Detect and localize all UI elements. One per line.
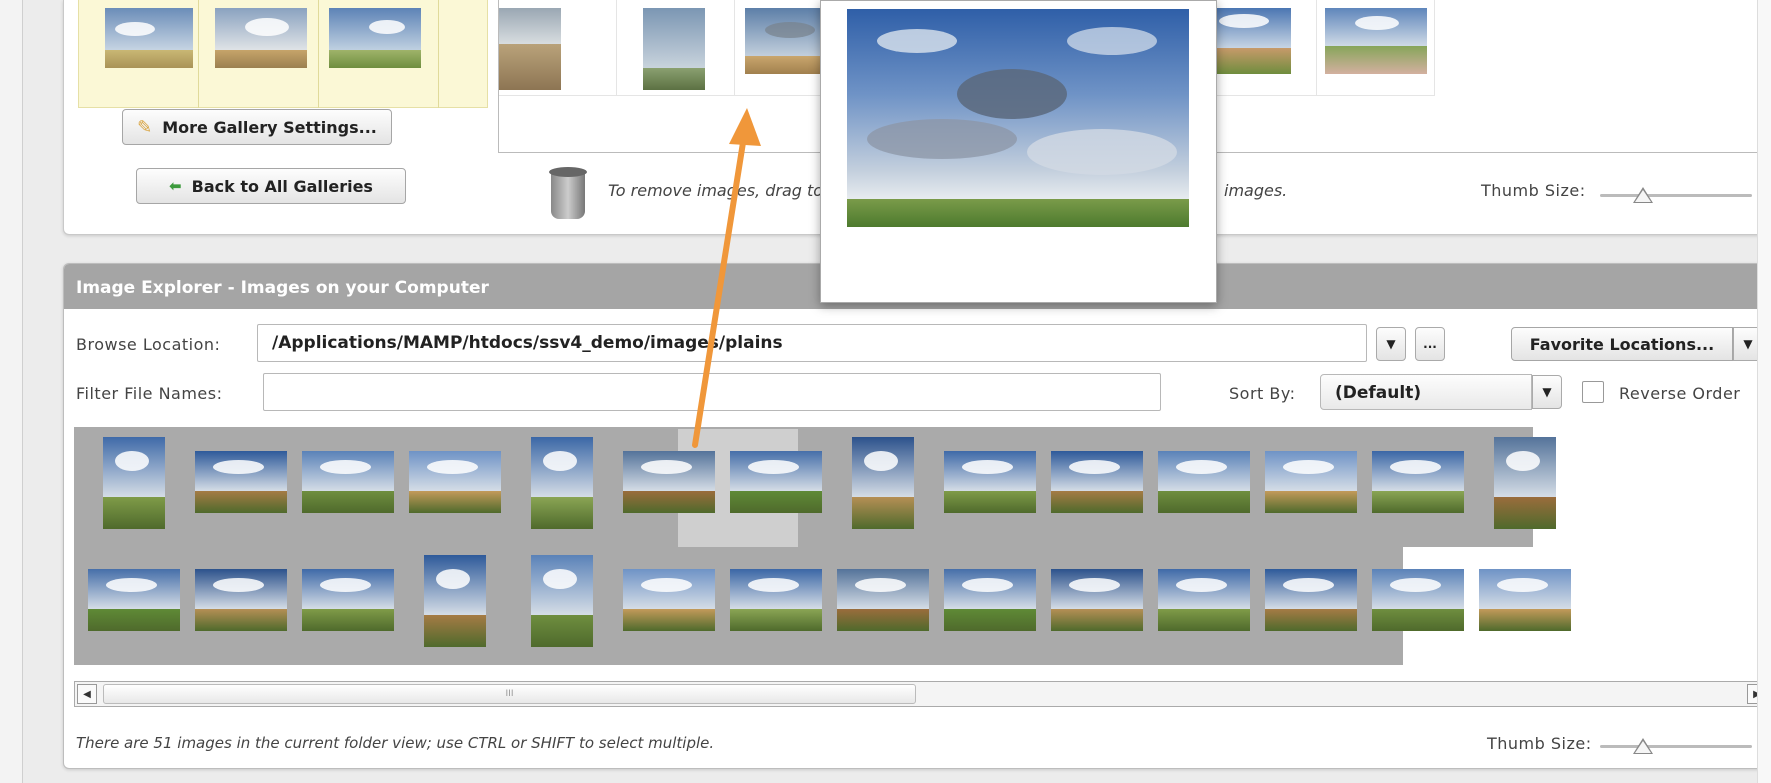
image-thumb[interactable]	[1050, 451, 1143, 513]
browse-location-dropdown[interactable]: ▼	[1376, 327, 1406, 361]
image-thumb[interactable]	[729, 569, 822, 631]
image-thumb[interactable]	[1050, 569, 1143, 631]
gallery-thumb[interactable]	[499, 0, 617, 96]
image-thumb[interactable]	[87, 569, 180, 631]
app-window: ✎ More Gallery Settings... ⬅ Back to All…	[22, 0, 1771, 783]
landscape-photo	[847, 9, 1189, 227]
chevron-down-icon: ▼	[1542, 385, 1552, 399]
image-thumb[interactable]	[851, 437, 914, 529]
sort-by-dropdown[interactable]: ▼	[1532, 375, 1562, 409]
image-thumb[interactable]	[102, 437, 165, 529]
trash-icon[interactable]	[547, 167, 589, 221]
sort-by-label: Sort By:	[1229, 384, 1296, 403]
image-thumbnail-grid[interactable]	[74, 427, 1770, 665]
landscape-photo	[499, 8, 561, 90]
drag-preview-image	[820, 0, 1217, 303]
image-thumb[interactable]	[729, 451, 822, 513]
back-to-all-galleries-button[interactable]: ⬅ Back to All Galleries	[136, 168, 406, 204]
image-thumb[interactable]	[194, 451, 287, 513]
landscape-photo	[215, 8, 307, 68]
landscape-photo	[1325, 8, 1427, 74]
landscape-photo	[643, 8, 705, 90]
landscape-photo	[329, 8, 421, 68]
gallery-thumb[interactable]	[1317, 0, 1435, 96]
gallery-thumb[interactable]	[319, 0, 439, 108]
scroll-left-button[interactable]: ◀	[77, 684, 97, 704]
image-thumb[interactable]	[1157, 451, 1250, 513]
status-text: There are 51 images in the current folde…	[76, 734, 715, 752]
image-thumb[interactable]	[1157, 569, 1250, 631]
gallery-thumb-size-label: Thumb Size:	[1481, 181, 1586, 200]
image-thumb[interactable]	[423, 555, 486, 647]
remove-images-hint-end: images.	[1224, 181, 1288, 200]
back-to-all-galleries-label: Back to All Galleries	[191, 176, 373, 196]
chevron-down-icon: ▼	[1743, 337, 1753, 351]
image-thumb[interactable]	[301, 451, 394, 513]
selected-gallery-images	[78, 0, 488, 108]
scroll-thumb[interactable]: III	[103, 684, 916, 704]
pencil-icon: ✎	[137, 116, 153, 138]
image-thumb[interactable]	[622, 569, 715, 631]
gallery-thumb-size-slider[interactable]	[1600, 187, 1752, 203]
explorer-thumb-size-slider[interactable]	[1600, 738, 1752, 754]
gallery-thumb[interactable]	[199, 0, 319, 108]
image-thumb[interactable]	[1264, 569, 1357, 631]
browse-button[interactable]: ...	[1415, 327, 1445, 361]
more-gallery-settings-button[interactable]: ✎ More Gallery Settings...	[122, 109, 392, 145]
image-thumb[interactable]	[1371, 451, 1464, 513]
image-explorer-panel: Image Explorer - Images on your Computer…	[63, 263, 1771, 769]
landscape-photo	[105, 8, 193, 68]
image-thumb[interactable]	[943, 451, 1036, 513]
filter-file-names-label: Filter File Names:	[76, 384, 223, 403]
image-thumb[interactable]	[836, 569, 929, 631]
drag-arrow-icon	[692, 108, 761, 448]
image-thumb[interactable]	[1493, 437, 1556, 529]
image-thumb[interactable]	[194, 569, 287, 631]
image-thumb[interactable]	[530, 437, 593, 529]
image-thumb[interactable]	[301, 569, 394, 631]
window-scrollbar[interactable]	[1757, 0, 1771, 783]
browse-location-field[interactable]: /Applications/MAMP/htdocs/ssv4_demo/imag…	[257, 324, 1367, 362]
chevron-down-icon: ▼	[1386, 337, 1396, 351]
reverse-order-label: Reverse Order	[1619, 384, 1741, 403]
slider-handle[interactable]	[1633, 738, 1653, 754]
image-thumb[interactable]	[408, 451, 501, 513]
back-arrow-icon: ⬅	[169, 177, 182, 195]
gallery-thumb[interactable]	[79, 0, 199, 108]
image-thumb[interactable]	[622, 451, 715, 513]
image-thumb[interactable]	[943, 569, 1036, 631]
browse-location-label: Browse Location:	[76, 335, 221, 354]
image-thumb[interactable]	[530, 555, 593, 647]
explorer-thumb-size-label: Thumb Size:	[1487, 734, 1592, 753]
slider-handle[interactable]	[1633, 187, 1653, 203]
horizontal-scrollbar[interactable]: ◀ III ▶	[74, 681, 1770, 707]
sort-by-select[interactable]: (Default)	[1320, 374, 1532, 410]
image-thumb[interactable]	[1478, 569, 1571, 631]
reverse-order-checkbox[interactable]	[1582, 381, 1604, 403]
image-thumb[interactable]	[1264, 451, 1357, 513]
image-thumb[interactable]	[1371, 569, 1464, 631]
gallery-thumb[interactable]	[617, 0, 735, 96]
favorite-locations-button[interactable]: Favorite Locations...	[1511, 327, 1733, 361]
more-gallery-settings-label: More Gallery Settings...	[162, 117, 377, 137]
